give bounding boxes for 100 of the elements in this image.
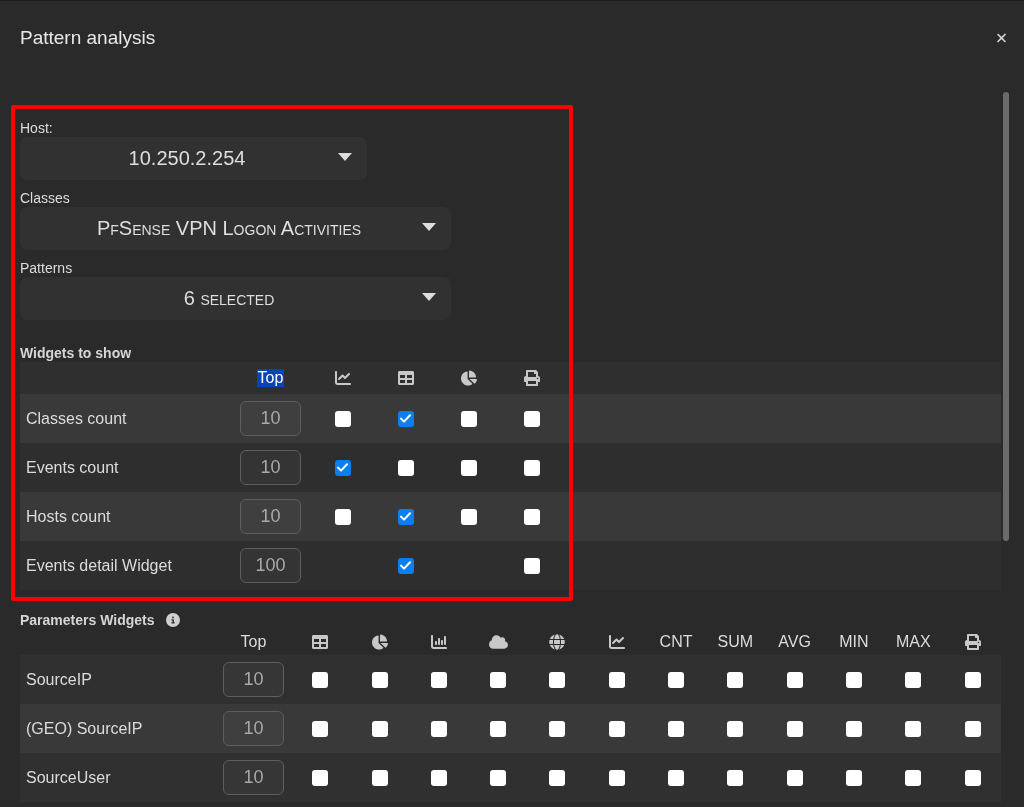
checkbox[interactable] bbox=[397, 459, 414, 476]
line-chart-icon bbox=[334, 370, 351, 386]
row-label: Events count bbox=[26, 458, 119, 476]
row-label: (GEO) SourceIP bbox=[26, 719, 143, 737]
checkbox[interactable] bbox=[312, 769, 329, 786]
checkbox[interactable] bbox=[964, 720, 981, 737]
column-header: CNT bbox=[658, 633, 694, 651]
checkbox[interactable] bbox=[549, 769, 566, 786]
scrollbar[interactable] bbox=[1003, 92, 1009, 541]
checkbox[interactable] bbox=[334, 459, 351, 476]
checkbox[interactable] bbox=[845, 769, 862, 786]
checkbox[interactable] bbox=[397, 557, 414, 574]
checkbox[interactable] bbox=[334, 410, 351, 427]
row-label: Events detail Widget bbox=[26, 556, 172, 574]
checkbox[interactable] bbox=[964, 769, 981, 786]
checkbox[interactable] bbox=[786, 769, 803, 786]
checkbox[interactable] bbox=[460, 410, 477, 427]
checkbox[interactable] bbox=[397, 508, 414, 525]
printer-icon bbox=[523, 370, 540, 386]
checkbox[interactable] bbox=[905, 769, 922, 786]
globe-icon bbox=[549, 634, 566, 650]
checkbox[interactable] bbox=[490, 671, 507, 688]
table-icon bbox=[312, 634, 329, 650]
patterns-select[interactable]: 6 selected bbox=[20, 277, 451, 320]
field-label: Patterns bbox=[20, 259, 74, 277]
checkbox[interactable] bbox=[608, 671, 625, 688]
checkbox[interactable] bbox=[668, 720, 684, 737]
caret-icon bbox=[422, 222, 436, 231]
top-input[interactable]: 10 bbox=[223, 662, 284, 697]
top-input[interactable]: 10 bbox=[223, 760, 284, 795]
checkbox[interactable] bbox=[312, 720, 329, 737]
checkbox[interactable] bbox=[727, 769, 744, 786]
checkbox[interactable] bbox=[371, 671, 388, 688]
checkbox[interactable] bbox=[786, 720, 803, 737]
top-input[interactable]: 10 bbox=[240, 401, 301, 436]
top-input[interactable]: 10 bbox=[240, 450, 301, 485]
checkbox[interactable] bbox=[727, 720, 744, 737]
checkbox[interactable] bbox=[549, 720, 566, 737]
cloud-icon bbox=[488, 634, 508, 650]
line-chart-icon bbox=[608, 634, 625, 650]
checkbox[interactable] bbox=[312, 671, 329, 688]
check-icon bbox=[400, 512, 411, 521]
info-icon[interactable] bbox=[166, 613, 181, 627]
checkbox[interactable] bbox=[430, 720, 447, 737]
field-label: Classes bbox=[20, 189, 71, 207]
top-input[interactable]: 10 bbox=[223, 711, 284, 746]
column-header: AVG bbox=[777, 633, 812, 651]
checkbox[interactable] bbox=[668, 671, 684, 688]
checkbox[interactable] bbox=[490, 720, 507, 737]
checkbox[interactable] bbox=[490, 769, 507, 786]
checkbox[interactable] bbox=[460, 508, 477, 525]
top-input[interactable]: 10 bbox=[240, 499, 301, 534]
caret-icon bbox=[338, 152, 352, 161]
checkbox[interactable] bbox=[334, 508, 351, 525]
checkbox[interactable] bbox=[523, 508, 540, 525]
caret-icon bbox=[422, 292, 436, 301]
checkbox[interactable] bbox=[371, 720, 388, 737]
checkbox[interactable] bbox=[905, 671, 922, 688]
column-header: SUM bbox=[716, 633, 755, 651]
row-label: Hosts count bbox=[26, 507, 111, 525]
checkbox[interactable] bbox=[786, 671, 803, 688]
window-title: Pattern analysis bbox=[20, 26, 156, 49]
bar-chart-icon bbox=[430, 634, 447, 650]
host-select[interactable]: 10.250.2.254 bbox=[20, 137, 367, 180]
checkbox[interactable] bbox=[608, 769, 625, 786]
checkbox[interactable] bbox=[460, 459, 477, 476]
checkbox[interactable] bbox=[608, 720, 625, 737]
check-icon bbox=[400, 414, 411, 423]
section-title: Widgets to show bbox=[20, 344, 132, 362]
checkbox[interactable] bbox=[845, 671, 862, 688]
pie-chart-icon bbox=[371, 634, 388, 650]
checkbox[interactable] bbox=[668, 769, 684, 786]
table-icon bbox=[397, 370, 414, 386]
top-input[interactable]: 100 bbox=[240, 548, 301, 583]
checkbox[interactable] bbox=[430, 671, 447, 688]
checkbox[interactable] bbox=[727, 671, 744, 688]
checkbox[interactable] bbox=[549, 671, 566, 688]
check-icon bbox=[400, 561, 411, 570]
row-label: Classes count bbox=[26, 409, 127, 427]
field-label: Host: bbox=[20, 119, 54, 137]
checkbox[interactable] bbox=[430, 769, 447, 786]
column-header: Top bbox=[256, 369, 285, 387]
row-label: SourceIP bbox=[26, 670, 92, 688]
column-header: MAX bbox=[894, 633, 932, 651]
checkbox[interactable] bbox=[397, 410, 414, 427]
column-header: MIN bbox=[838, 633, 870, 651]
checkbox[interactable] bbox=[964, 671, 981, 688]
check-icon bbox=[337, 463, 348, 472]
checkbox[interactable] bbox=[523, 557, 540, 574]
section-title: Parameters Widgets bbox=[20, 611, 155, 629]
classes-select[interactable]: PfSense VPN Logon Activities bbox=[20, 207, 451, 250]
checkbox[interactable] bbox=[523, 459, 540, 476]
pie-chart-icon bbox=[460, 370, 477, 386]
checkbox[interactable] bbox=[845, 720, 862, 737]
checkbox[interactable] bbox=[523, 410, 540, 427]
printer-icon bbox=[964, 634, 981, 650]
row-label: SourceUser bbox=[26, 768, 111, 786]
checkbox[interactable] bbox=[905, 720, 922, 737]
checkbox[interactable] bbox=[371, 769, 388, 786]
column-header: Top bbox=[239, 633, 268, 651]
